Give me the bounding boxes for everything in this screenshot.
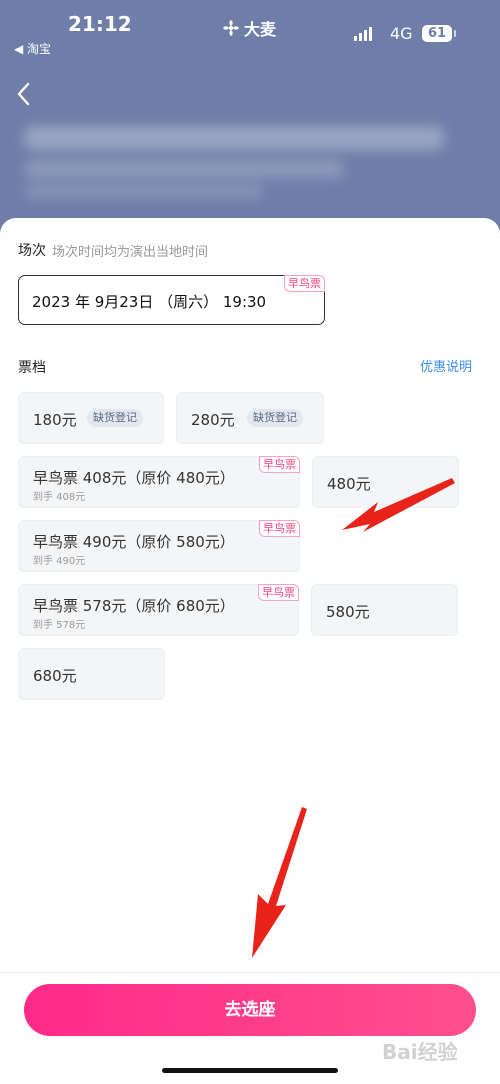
watermark: Bai经验 [382, 1040, 458, 1064]
blurred-event-title [24, 126, 444, 150]
ticket-price: 180元 [33, 411, 77, 429]
ticket-tier-280[interactable]: 280元 缺货登记 [176, 392, 324, 444]
ticket-tier-early-578[interactable]: 早鸟票 578元（原价 680元） 到手 578元 早鸟票 [18, 584, 299, 636]
status-bar: 21:12 ◀ 淘宝 大麦 4G 61 [0, 0, 500, 60]
out-of-stock-tag: 缺货登记 [87, 409, 143, 427]
out-of-stock-tag: 缺货登记 [247, 409, 303, 427]
back-to-app-link[interactable]: ◀ 淘宝 [14, 40, 51, 57]
ticket-tier-early-490[interactable]: 早鸟票 490元（原价 580元） 到手 490元 早鸟票 [18, 520, 300, 572]
ticket-tier-180[interactable]: 180元 缺货登记 [18, 392, 164, 444]
network-type: 4G [390, 24, 413, 43]
ticket-price: 280元 [191, 411, 235, 429]
status-time: 21:12 [68, 12, 132, 36]
bottom-divider [0, 972, 500, 973]
session-option[interactable]: 2023 年 9月23日 （周六） 19:30 早鸟票 [18, 275, 325, 325]
signal-icon [354, 27, 372, 41]
ticket-price: 480元 [327, 475, 371, 493]
blurred-event-info-2 [24, 184, 264, 198]
session-hint: 场次时间均为演出当地时间 [52, 245, 209, 260]
home-indicator [162, 1068, 338, 1073]
early-bird-badge: 早鸟票 [284, 275, 325, 292]
ticket-net-price: 到手 490元 [33, 556, 86, 567]
early-bird-badge: 早鸟票 [259, 520, 300, 537]
battery-level: 61 [427, 26, 447, 41]
ticket-tier-480[interactable]: 480元 [312, 456, 459, 508]
blurred-event-info [24, 160, 344, 178]
ticket-price: 680元 [33, 667, 77, 685]
early-bird-badge: 早鸟票 [259, 456, 300, 473]
damai-logo-icon [223, 20, 239, 36]
early-bird-badge: 早鸟票 [258, 584, 299, 601]
session-label: 场次 [18, 243, 46, 259]
ticket-net-price: 到手 578元 [33, 620, 86, 631]
select-seat-button[interactable]: 去选座 [24, 984, 476, 1036]
battery-icon: 61 [422, 25, 456, 42]
ticket-tier-680[interactable]: 680元 [18, 648, 165, 700]
tier-label: 票档 [18, 360, 46, 376]
ticket-tier-580[interactable]: 580元 [311, 584, 458, 636]
ticket-net-price: 到手 408元 [33, 492, 86, 503]
ticket-price: 早鸟票 490元（原价 580元） [33, 533, 235, 551]
brand-name: 大麦 [244, 20, 277, 39]
back-chevron-icon[interactable] [10, 78, 38, 110]
brand-logo: 大麦 [222, 16, 276, 40]
ticket-price: 早鸟票 578元（原价 680元） [33, 597, 235, 615]
ticket-tier-early-408[interactable]: 早鸟票 408元（原价 480元） 到手 408元 早鸟票 [18, 456, 300, 508]
promo-info-link[interactable]: 优惠说明 [420, 356, 472, 375]
session-datetime: 2023 年 9月23日 （周六） 19:30 [32, 293, 267, 311]
ticket-price: 早鸟票 408元（原价 480元） [33, 469, 235, 487]
ticket-price: 580元 [326, 603, 370, 621]
